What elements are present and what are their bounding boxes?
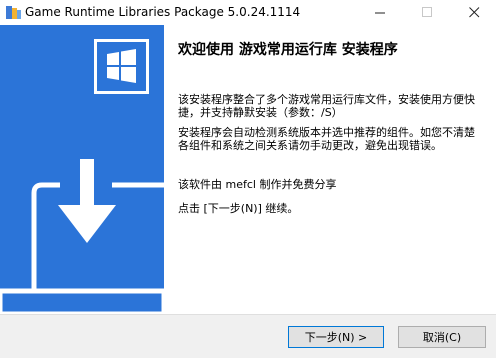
next-button[interactable]: 下一步(N) > (288, 326, 384, 348)
maximize-icon (422, 7, 432, 17)
welcome-content: 欢迎使用 游戏常用运行库 安装程序 该安装程序整合了多个游戏常用运行库文件，安装… (164, 25, 496, 314)
cancel-button[interactable]: 取消(C) (398, 326, 486, 348)
maximize-button[interactable] (411, 0, 444, 25)
windows-logo-icon (94, 39, 149, 94)
sidebar-panel (0, 25, 164, 314)
window-title: Game Runtime Libraries Package 5.0.24.11… (25, 5, 301, 19)
minimize-icon (375, 12, 385, 14)
title-bar: Game Runtime Libraries Package 5.0.24.11… (0, 0, 496, 25)
download-to-laptop-icon (0, 159, 164, 314)
author-paragraph: 该软件由 mefcl 制作并免费分享 (178, 178, 337, 191)
button-bar: 下一步(N) > 取消(C) (0, 314, 496, 358)
close-icon (469, 7, 480, 18)
app-icon (6, 6, 21, 19)
instruction-paragraph: 点击 [下一步(N)] 继续。 (178, 202, 299, 215)
description-paragraph: 安装程序会自动检测系统版本并选中推荐的组件。如您不清楚各组件和系统之间关系请勿手… (178, 126, 475, 152)
close-button[interactable] (458, 0, 491, 25)
page-title: 欢迎使用 游戏常用运行库 安装程序 (178, 42, 398, 58)
minimize-button[interactable] (364, 0, 397, 25)
description-paragraph: 该安装程序整合了多个游戏常用运行库文件，安装使用方便快捷，并支持静默安装（参数：… (178, 93, 475, 119)
